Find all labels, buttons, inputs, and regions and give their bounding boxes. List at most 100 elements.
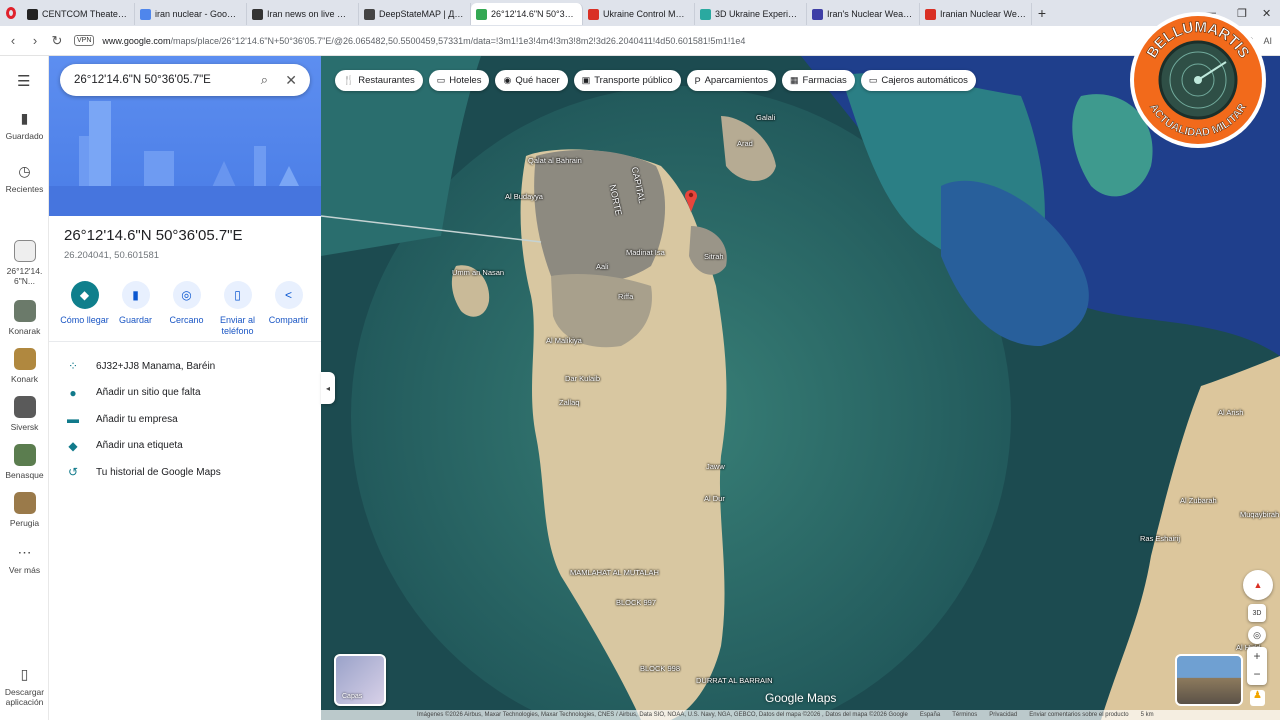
rail-place-3[interactable]: Benasque bbox=[0, 444, 49, 480]
map-label: Arad bbox=[737, 139, 753, 148]
action-label: Enviar al teléfono bbox=[219, 315, 255, 337]
place-panel: 26°12'14.6"N 50°36'05.7"E ⌕ ✕ 26°12'14.6… bbox=[49, 56, 321, 720]
map-label: Aali bbox=[596, 262, 609, 271]
url-path: /maps/place/26°12'14.6"N+50°36'05.7"E/@2… bbox=[170, 35, 746, 46]
chip-0[interactable]: 🍴 Restaurantes bbox=[335, 70, 423, 91]
compass-icon[interactable]: ▲ bbox=[1243, 570, 1273, 600]
url-field[interactable]: www.google.com/maps/place/26°12'14.6"N+5… bbox=[102, 36, 1022, 46]
close-icon[interactable]: ✕ bbox=[285, 72, 297, 89]
map-label: MAMLAHAT AL MUTALAH bbox=[570, 568, 659, 577]
action-3[interactable]: ▯ Enviar al teléfono bbox=[212, 281, 263, 338]
rail-download[interactable]: ▯ Descargar aplicación bbox=[0, 666, 49, 707]
chip-1[interactable]: ▭ Hoteles bbox=[428, 70, 490, 91]
tab-2[interactable]: Iran news on live map in I bbox=[247, 3, 359, 25]
url-domain: www.google.com bbox=[102, 35, 171, 46]
category-chips: 🍴 Restaurantes ▭ Hoteles ◉ Qué hacer ▣ Transpor… bbox=[335, 70, 976, 91]
chip-icon: ▭ bbox=[868, 75, 878, 85]
tab-label: Iran news on live map in I bbox=[267, 9, 353, 19]
action-0[interactable]: ◆ Cómo llegar bbox=[59, 281, 110, 338]
tab-7[interactable]: Iran's Nuclear Weapons bbox=[807, 3, 920, 25]
info-row-3[interactable]: ◆ Añadir una etiqueta bbox=[64, 439, 314, 453]
pegman-icon[interactable]: ♟ bbox=[1250, 690, 1265, 706]
info-row-0[interactable]: ⁘ 6J32+JJ8 Manama, Baréin bbox=[64, 359, 314, 373]
tab-5[interactable]: Ukraine Control Map v2 bbox=[583, 3, 695, 25]
map-label: DURRAT AL BARRAIN bbox=[696, 676, 773, 685]
my-location-icon[interactable]: ◎ bbox=[1248, 626, 1266, 644]
zoom-in-button[interactable]: + bbox=[1247, 647, 1267, 665]
map-imagery bbox=[321, 56, 1280, 720]
chip-label: Aparcamientos bbox=[704, 75, 768, 86]
tab-6[interactable]: 3D Ukraine Experience bbox=[695, 3, 807, 25]
search-icon[interactable]: ⌕ bbox=[261, 72, 268, 88]
rail-place-4[interactable]: Perugia bbox=[0, 492, 49, 528]
reload-icon[interactable]: ↻ bbox=[46, 33, 68, 49]
layers-button[interactable]: Capas bbox=[334, 654, 386, 706]
feedback-link[interactable]: Enviar comentarios sobre el producto bbox=[1029, 712, 1128, 718]
tab-label: 26°12'14.6"N 50°36'05.7" bbox=[491, 9, 577, 19]
action-label: Compartir bbox=[268, 315, 309, 325]
privacy-link[interactable]: Privacidad bbox=[989, 712, 1017, 718]
map-label: Al Budayya bbox=[505, 192, 543, 201]
rail-recent-label: Recientes bbox=[5, 184, 44, 194]
tab-favicon-icon bbox=[364, 8, 375, 20]
tab-1[interactable]: iran nuclear - Google Eart bbox=[135, 3, 247, 25]
rail-place-2[interactable]: Siversk bbox=[0, 396, 49, 432]
search-value: 26°12'14.6"N 50°36'05.7"E bbox=[74, 74, 211, 86]
tab-0[interactable]: CENTCOM Theater Operat bbox=[22, 3, 135, 25]
search-input[interactable]: 26°12'14.6"N 50°36'05.7"E ⌕ ✕ bbox=[60, 64, 310, 96]
google-maps-brand: Google Maps bbox=[765, 691, 837, 705]
map-label: Al Malikiya bbox=[546, 336, 582, 345]
tab-favicon-icon bbox=[588, 8, 599, 20]
rail-place-0[interactable]: Konarak bbox=[0, 300, 49, 336]
chip-4[interactable]: P Aparcamientos bbox=[686, 70, 776, 91]
chip-5[interactable]: ▦ Farmacias bbox=[781, 70, 855, 91]
rail-recent[interactable]: ◷ Recientes bbox=[0, 163, 49, 194]
map-label: Madinat Isa bbox=[626, 248, 665, 257]
history-icon: ◷ bbox=[18, 163, 31, 179]
map-label: Al Zubarah bbox=[1180, 496, 1217, 505]
chip-6[interactable]: ▭ Cajeros automáticos bbox=[860, 70, 976, 91]
info-row-2[interactable]: ▬ Añadir tu empresa bbox=[64, 412, 314, 426]
satellite-map[interactable] bbox=[321, 56, 1280, 720]
collapse-panel-button[interactable]: ◂ bbox=[321, 372, 335, 404]
tab-8[interactable]: Iranian Nuclear Weapons bbox=[920, 3, 1032, 25]
map-label: Qalat al Bahrain bbox=[528, 156, 582, 165]
rail-current-place[interactable]: 26°12'14.6"N... bbox=[0, 240, 49, 286]
terms-link[interactable]: Términos bbox=[952, 712, 977, 718]
tab-4[interactable]: 26°12'14.6"N 50°36'05.7" bbox=[471, 3, 583, 25]
street-view-thumbnail[interactable] bbox=[1175, 654, 1243, 706]
zoom-out-button[interactable]: − bbox=[1247, 665, 1267, 683]
opera-icon[interactable] bbox=[0, 0, 22, 26]
tab-3[interactable]: DeepStateMAP | День 14 bbox=[359, 3, 471, 25]
hero-image: 26°12'14.6"N 50°36'05.7"E ⌕ ✕ bbox=[49, 56, 321, 216]
action-1[interactable]: ▮ Guardar bbox=[110, 281, 161, 338]
info-label: Añadir un sitio que falta bbox=[96, 387, 201, 398]
place-thumbnail bbox=[13, 396, 36, 418]
info-row-4[interactable]: ↺ Tu historial de Google Maps bbox=[64, 465, 314, 479]
action-2[interactable]: ◎ Cercano bbox=[161, 281, 212, 338]
map-label: Dar Kulaib bbox=[565, 374, 601, 383]
store-icon: ▬ bbox=[67, 412, 79, 426]
chip-2[interactable]: ◉ Qué hacer bbox=[495, 70, 568, 91]
chip-3[interactable]: ▣ Transporte público bbox=[573, 70, 681, 91]
region-link[interactable]: España bbox=[920, 712, 940, 718]
bookmark-icon: ▮ bbox=[121, 281, 150, 309]
rail-more[interactable]: ⋯ Ver más bbox=[0, 544, 49, 575]
rail-saved[interactable]: ▮ Guardado bbox=[0, 110, 49, 141]
map-label: BLOCK 997 bbox=[616, 598, 657, 607]
forward-icon[interactable]: › bbox=[24, 33, 46, 48]
chip-icon: ▭ bbox=[436, 75, 446, 85]
back-icon[interactable]: ‹ bbox=[2, 33, 24, 48]
chip-icon: P bbox=[694, 75, 701, 86]
new-tab-button[interactable]: + bbox=[1032, 5, 1052, 21]
rail-more-label: Ver más bbox=[8, 565, 41, 575]
action-4[interactable]: < Compartir bbox=[263, 281, 314, 338]
chip-icon: ▣ bbox=[581, 75, 591, 85]
menu-icon[interactable]: ☰ bbox=[17, 72, 30, 90]
info-label: 6J32+JJ8 Manama, Baréin bbox=[96, 360, 216, 372]
info-row-1[interactable]: ● Añadir un sitio que falta bbox=[64, 386, 314, 400]
place-decimal-coords: 26.204041, 50.601581 bbox=[64, 250, 160, 261]
vpn-badge[interactable]: VPN bbox=[74, 35, 95, 46]
3d-toggle[interactable]: 3D bbox=[1248, 604, 1266, 622]
rail-place-1[interactable]: Konark bbox=[0, 348, 49, 384]
